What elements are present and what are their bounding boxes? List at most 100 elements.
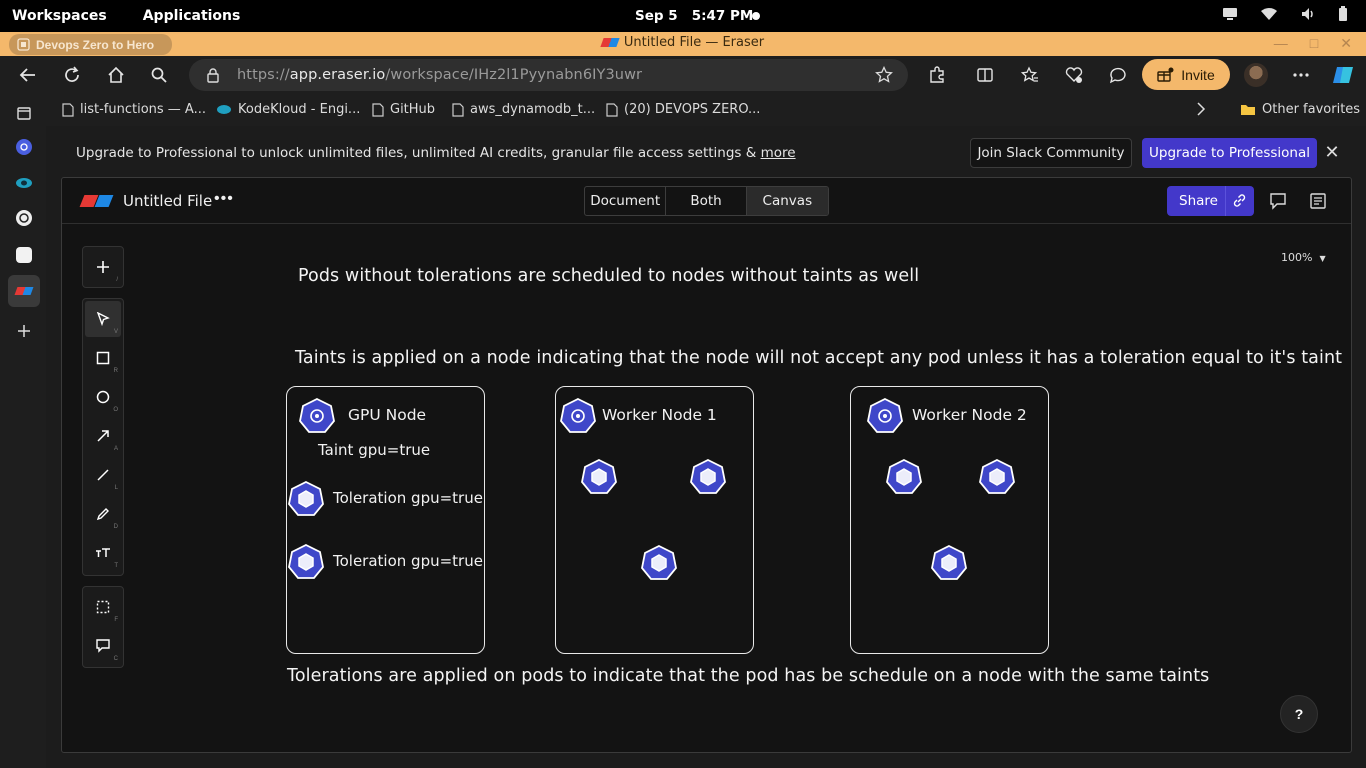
reload-icon[interactable]: [61, 64, 83, 86]
upgrade-banner-text: Upgrade to Professional to unlock unlimi…: [76, 145, 796, 161]
bookmark-label: aws_dynamodb_t...: [470, 102, 596, 117]
kodekloud-tab-icon[interactable]: [13, 172, 35, 194]
comments-icon[interactable]: [1269, 192, 1287, 210]
banner-message: Upgrade to Professional to unlock unlimi…: [76, 145, 761, 161]
other-favorites[interactable]: Other favorites: [1240, 102, 1360, 117]
banner-more-link[interactable]: more: [761, 145, 796, 161]
close-window-icon[interactable]: ✕: [1340, 35, 1352, 52]
bookmark-item[interactable]: list-functions — A...: [62, 102, 206, 117]
view-both-tab[interactable]: Both: [666, 187, 747, 215]
view-mode-switch: Document Both Canvas: [584, 186, 829, 216]
browser-title-bar: Devops Zero to Hero Untitled File — Eras…: [0, 32, 1366, 56]
join-slack-button[interactable]: Join Slack Community: [970, 138, 1132, 168]
canvas-note-tolerations[interactable]: Tolerations are applied on pods to indic…: [287, 666, 1209, 686]
system-top-bar: Workspaces Applications Sep 5 5:47 PM: [0, 0, 1366, 32]
gpu-node-title: GPU Node: [348, 406, 427, 424]
invite-icon: [1157, 67, 1174, 82]
file-menu-icon[interactable]: •••: [214, 190, 234, 208]
bookmark-item[interactable]: (20) DEVOPS ZERO...: [606, 102, 760, 117]
gpu-taint-label: Taint gpu=true: [318, 441, 431, 459]
folder-icon: [1241, 105, 1255, 115]
canvas-note-taints[interactable]: Taints is applied on a node indicating t…: [295, 348, 1342, 368]
system-clock[interactable]: Sep 5 5:47 PM: [635, 8, 753, 24]
kubernetes-node-icon: [299, 398, 335, 433]
window-controls: — □ ✕: [1274, 35, 1352, 52]
search-icon[interactable]: [148, 64, 170, 86]
eraser-header: Untitled File ••• Document Both Canvas S…: [62, 178, 1351, 224]
split-screen-icon[interactable]: [974, 64, 996, 86]
eraser-tab-icon[interactable]: [13, 280, 35, 302]
worker-node-1-title: Worker Node 1: [602, 406, 717, 424]
minimize-icon[interactable]: —: [1274, 35, 1288, 52]
toleration-label: Toleration gpu=true: [333, 552, 483, 570]
clock-time: 5:47 PM: [691, 8, 754, 24]
kubernetes-pod-icon: [979, 459, 1015, 494]
page-icon: [452, 102, 464, 117]
canvas[interactable]: Pods without tolerations are scheduled t…: [62, 225, 1351, 752]
extensions-icon[interactable]: [926, 64, 948, 86]
url-host: app.eraser.io: [289, 67, 386, 83]
volume-icon: [1302, 8, 1313, 20]
web-page: Upgrade to Professional to unlock unlimi…: [46, 126, 1366, 768]
bookmark-item[interactable]: KodeKloud - Engi...: [216, 102, 360, 117]
invite-button[interactable]: Invite: [1142, 59, 1230, 90]
home-icon[interactable]: [105, 64, 127, 86]
url-text[interactable]: https://app.eraser.io/workspace/IHz2l1Py…: [237, 67, 642, 83]
file-name[interactable]: Untitled File: [123, 192, 212, 210]
window-title: Untitled File — Eraser: [0, 35, 1366, 50]
system-tray[interactable]: [1222, 6, 1348, 22]
view-canvas-tab[interactable]: Canvas: [746, 187, 828, 215]
document-outline-icon[interactable]: [1309, 192, 1327, 210]
kubernetes-tab-icon[interactable]: [13, 136, 35, 158]
page-icon: [606, 102, 618, 117]
bookmarks-bar: list-functions — A... KodeKloud - Engi..…: [46, 94, 1366, 126]
favorites-icon[interactable]: [1019, 64, 1041, 86]
kodekloud-icon: [217, 105, 231, 114]
close-banner-icon[interactable]: ✕: [1322, 142, 1342, 162]
kubernetes-pod-icon: [641, 545, 677, 580]
back-icon[interactable]: [17, 64, 39, 86]
bookmark-label: list-functions — A...: [80, 102, 206, 117]
url-prefix: https://: [237, 67, 290, 83]
workspaces-menu[interactable]: Workspaces: [12, 8, 107, 24]
lock-icon[interactable]: [206, 68, 220, 83]
bookmark-item[interactable]: GitHub: [372, 102, 435, 117]
share-button[interactable]: Share: [1167, 186, 1254, 216]
battery-icon: [1339, 6, 1347, 21]
kubernetes-node-icon: [867, 398, 903, 433]
notion-tab-icon[interactable]: [13, 244, 35, 266]
page-icon: [372, 102, 384, 117]
favorite-star-icon[interactable]: [875, 66, 893, 84]
eraser-logo-icon[interactable]: [79, 195, 114, 207]
applications-menu[interactable]: Applications: [143, 8, 241, 24]
add-tab-icon[interactable]: [13, 320, 35, 342]
maximize-icon[interactable]: □: [1310, 35, 1318, 52]
view-document-tab[interactable]: Document: [585, 187, 667, 215]
kubernetes-pod-icon: [931, 545, 967, 580]
url-path: /workspace/IHz2l1Pyynabn6IY3uwr: [385, 67, 643, 83]
kubernetes-node-icon: [560, 398, 596, 433]
worker-node-2-title: Worker Node 2: [912, 406, 1027, 424]
copy-link-icon[interactable]: [1231, 192, 1248, 209]
kubernetes-pod-icon: [690, 459, 726, 494]
wifi-icon: [1261, 8, 1277, 20]
other-favorites-label: Other favorites: [1262, 102, 1361, 117]
browser-essentials-icon[interactable]: [1063, 64, 1085, 86]
bookmark-label: KodeKloud - Engi...: [238, 102, 361, 117]
chat-icon[interactable]: [1107, 64, 1129, 86]
browser-toolbar: https://app.eraser.io/workspace/IHz2l1Py…: [0, 56, 1366, 94]
canvas-note-top[interactable]: Pods without tolerations are scheduled t…: [298, 266, 919, 286]
eraser-app: Untitled File ••• Document Both Canvas S…: [61, 177, 1352, 753]
user-avatar[interactable]: [1244, 63, 1268, 87]
bookmark-label: GitHub: [390, 102, 436, 117]
clock-date: Sep 5: [635, 8, 678, 24]
address-bar[interactable]: https://app.eraser.io/workspace/IHz2l1Py…: [189, 59, 908, 91]
copilot-icon[interactable]: [1332, 64, 1354, 86]
tab-actions-icon[interactable]: [13, 102, 35, 124]
bookmark-item[interactable]: aws_dynamodb_t...: [452, 102, 595, 117]
upgrade-professional-button[interactable]: Upgrade to Professional: [1142, 138, 1317, 168]
bookmarks-overflow-chevron-icon[interactable]: [1196, 102, 1206, 116]
chatgpt-tab-icon[interactable]: [13, 207, 35, 229]
more-menu-icon[interactable]: [1290, 64, 1312, 86]
bookmark-label: (20) DEVOPS ZERO...: [624, 102, 761, 117]
